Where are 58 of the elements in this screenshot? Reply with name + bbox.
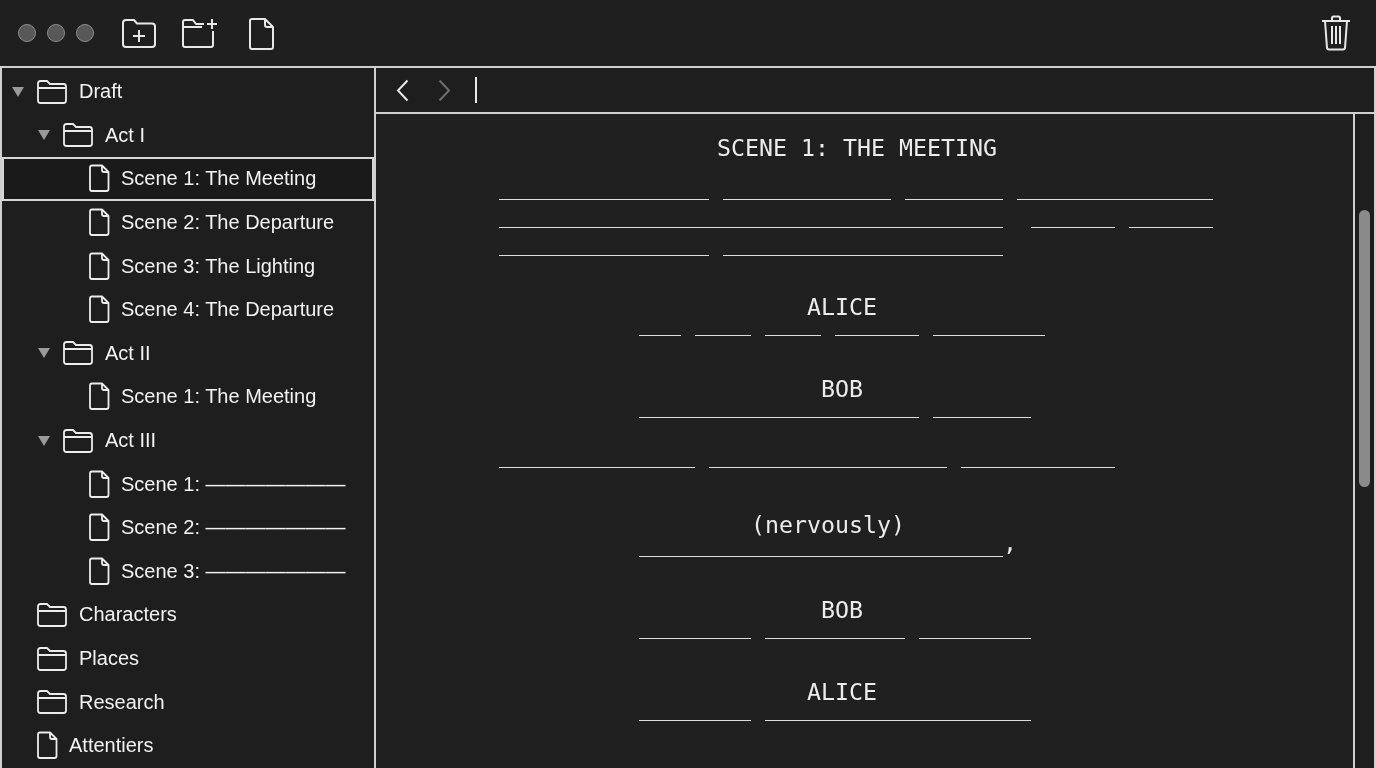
document-icon	[88, 382, 110, 412]
folder-icon	[62, 340, 94, 367]
folder-plus-icon[interactable]	[181, 17, 218, 49]
character-name: ALICE	[805, 298, 878, 316]
dialogue-text: ____________________ _______	[638, 398, 1032, 420]
document-icon	[36, 731, 58, 761]
document-icon	[88, 513, 110, 543]
tree-item[interactable]: Act II	[2, 331, 374, 376]
tree-item[interactable]: Scene 2: The Departure	[2, 200, 374, 245]
folder-icon	[36, 689, 68, 716]
window-control-button[interactable]	[47, 24, 65, 42]
action-text: ______________ _________________ ___________	[499, 440, 1116, 468]
document-icon	[88, 164, 110, 194]
tree-item[interactable]: Research	[2, 680, 374, 724]
tree-item[interactable]: Draft	[2, 70, 374, 114]
tree-item[interactable]: Attentiers	[2, 723, 374, 768]
tree-item[interactable]: Scene 1: The Meeting	[2, 157, 374, 201]
document-icon	[88, 469, 110, 499]
window-control-button[interactable]	[76, 24, 94, 42]
character-name: ALICE	[805, 683, 878, 701]
triangle-down-icon[interactable]	[38, 130, 50, 141]
parenthetical-text: (nervously)	[750, 513, 905, 537]
document-icon[interactable]	[248, 17, 275, 51]
character-name: BOB	[819, 380, 864, 398]
folder-icon	[36, 645, 68, 672]
folder-plus-icon[interactable]	[121, 17, 157, 49]
scene-heading: SCENE 1: THE MEETING	[715, 134, 998, 162]
trash-icon[interactable]	[1321, 15, 1351, 51]
tree-item[interactable]: Scene 3: ———————	[2, 549, 374, 594]
document-icon	[88, 556, 110, 586]
dialogue-text: ___ ____ ____ ______ ________	[638, 316, 1045, 338]
action-text: _______________ ____________ _______ ______________ ____________________________________ ______ ______ _______________ ____________________	[499, 172, 1214, 256]
tree-item[interactable]: Scene 4: The Departure	[2, 287, 374, 332]
character-name: BOB	[819, 601, 864, 619]
tree-item[interactable]: Act III	[2, 418, 374, 463]
tree-item[interactable]: Act I	[2, 113, 374, 158]
tree-item[interactable]: Scene 3: The Lighting	[2, 244, 374, 288]
tree-item[interactable]: Scene 2: ———————	[2, 505, 374, 550]
scrollbar-thumb[interactable]	[1359, 210, 1370, 487]
folder-icon	[62, 122, 94, 149]
tree-item[interactable]: Scene 1: The Meeting	[2, 375, 374, 419]
tree-item[interactable]: Places	[2, 636, 374, 681]
document-icon	[88, 251, 110, 281]
window-control-button[interactable]	[18, 24, 36, 42]
chevron-left-icon[interactable]	[396, 78, 409, 102]
triangle-down-icon[interactable]	[38, 435, 50, 446]
folder-icon	[36, 78, 68, 105]
triangle-down-icon[interactable]	[38, 348, 50, 359]
document-icon	[88, 208, 110, 238]
folder-icon	[62, 427, 94, 454]
triangle-down-icon[interactable]	[12, 86, 24, 97]
tree-item[interactable]: Scene 1: ———————	[2, 462, 374, 506]
document-icon	[88, 295, 110, 325]
dialogue-text: ________ __________ ________	[638, 619, 1032, 641]
dialogue-text: ________ ___________________	[638, 701, 1032, 723]
dialogue-text: __________________________,	[638, 537, 1018, 559]
tree-item[interactable]: Characters	[2, 593, 374, 637]
folder-icon	[36, 601, 68, 628]
